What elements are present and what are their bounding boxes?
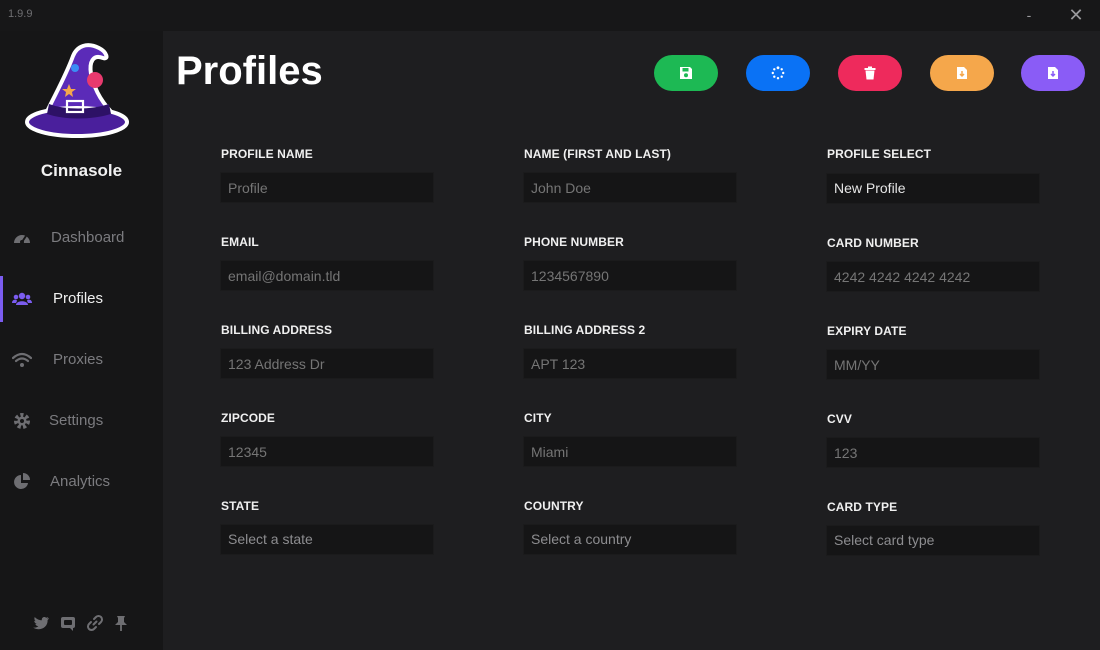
save-button[interactable]: [654, 55, 718, 91]
country-label: COUNTRY: [524, 499, 584, 513]
brand-name: Cinnasole: [40, 161, 123, 180]
refresh-button[interactable]: [746, 55, 810, 91]
email-label: EMAIL: [221, 235, 259, 249]
floppy-icon: [680, 67, 692, 79]
import-button[interactable]: [930, 55, 994, 91]
sidebar-item-label: Analytics: [50, 473, 111, 490]
card-type-select[interactable]: Select card type: [826, 525, 1040, 556]
profile-name-input[interactable]: [220, 172, 434, 203]
spinner-icon: [771, 66, 785, 80]
page-title: Profiles: [176, 49, 323, 93]
gear-icon: [14, 413, 30, 429]
full-name-input[interactable]: [523, 172, 737, 203]
pin-icon[interactable]: [112, 614, 130, 632]
phone-input[interactable]: [523, 260, 737, 291]
billing-address-input[interactable]: [220, 348, 434, 379]
card-type-label: CARD TYPE: [827, 500, 898, 514]
expiry-date-input[interactable]: [826, 349, 1040, 380]
zipcode-input[interactable]: [220, 436, 434, 467]
pie-chart-icon: [14, 473, 30, 489]
full-name-label: NAME (FIRST AND LAST): [524, 147, 671, 161]
state-label: STATE: [221, 499, 260, 513]
city-label: CITY: [524, 411, 552, 425]
cvv-input[interactable]: [826, 437, 1040, 468]
export-button[interactable]: [1021, 55, 1085, 91]
country-select[interactable]: Select a country: [523, 524, 737, 555]
link-icon[interactable]: [86, 614, 104, 632]
sidebar-item-label: Settings: [49, 412, 104, 429]
sidebar-item-label: Profiles: [53, 290, 104, 307]
phone-label: PHONE NUMBER: [524, 235, 624, 249]
title-bar: 1.9.9 - ✕: [0, 0, 1100, 31]
sidebar-item-profiles[interactable]: Profiles: [0, 276, 163, 322]
speedometer-icon: [14, 235, 30, 244]
file-export-icon: [1048, 67, 1058, 79]
profile-name-label: PROFILE NAME: [221, 147, 313, 161]
email-field[interactable]: [220, 260, 434, 291]
billing-address-2-label: BILLING ADDRESS 2: [524, 323, 646, 337]
billing-address-2-input[interactable]: [523, 348, 737, 379]
trash-icon: [864, 66, 876, 80]
main-content: Profiles PROFILE NAME EMAIL BILLING ADDR…: [163, 31, 1100, 650]
sidebar-item-analytics[interactable]: Analytics: [0, 459, 163, 505]
sidebar-item-settings[interactable]: Settings: [0, 398, 163, 444]
billing-address-label: BILLING ADDRESS: [221, 323, 333, 337]
profile-select[interactable]: New Profile: [826, 173, 1040, 204]
cvv-label: CVV: [827, 412, 852, 426]
expiry-date-label: EXPIRY DATE: [827, 324, 907, 338]
users-icon: [12, 292, 32, 305]
app-version: 1.9.9: [8, 8, 33, 20]
sidebar-item-label: Proxies: [53, 351, 104, 368]
sidebar: Cinnasole Dashboard Profiles Proxies Set…: [0, 31, 163, 650]
delete-button[interactable]: [838, 55, 902, 91]
wifi-icon: [12, 352, 32, 367]
state-select[interactable]: Select a state: [220, 524, 434, 555]
close-button[interactable]: ✕: [1064, 4, 1088, 26]
profile-select-label: PROFILE SELECT: [827, 147, 932, 161]
sidebar-item-proxies[interactable]: Proxies: [0, 337, 163, 383]
twitter-icon[interactable]: [32, 614, 50, 632]
sidebar-item-label: Dashboard: [51, 229, 125, 246]
file-import-icon: [957, 67, 967, 79]
wizard-hat-logo: [25, 43, 129, 138]
discord-icon[interactable]: [59, 614, 77, 632]
card-number-label: CARD NUMBER: [827, 236, 919, 250]
zipcode-label: ZIPCODE: [221, 411, 276, 425]
minimize-button[interactable]: -: [1017, 4, 1041, 26]
sidebar-item-dashboard[interactable]: Dashboard: [0, 215, 163, 261]
city-input[interactable]: [523, 436, 737, 467]
card-number-input[interactable]: [826, 261, 1040, 292]
